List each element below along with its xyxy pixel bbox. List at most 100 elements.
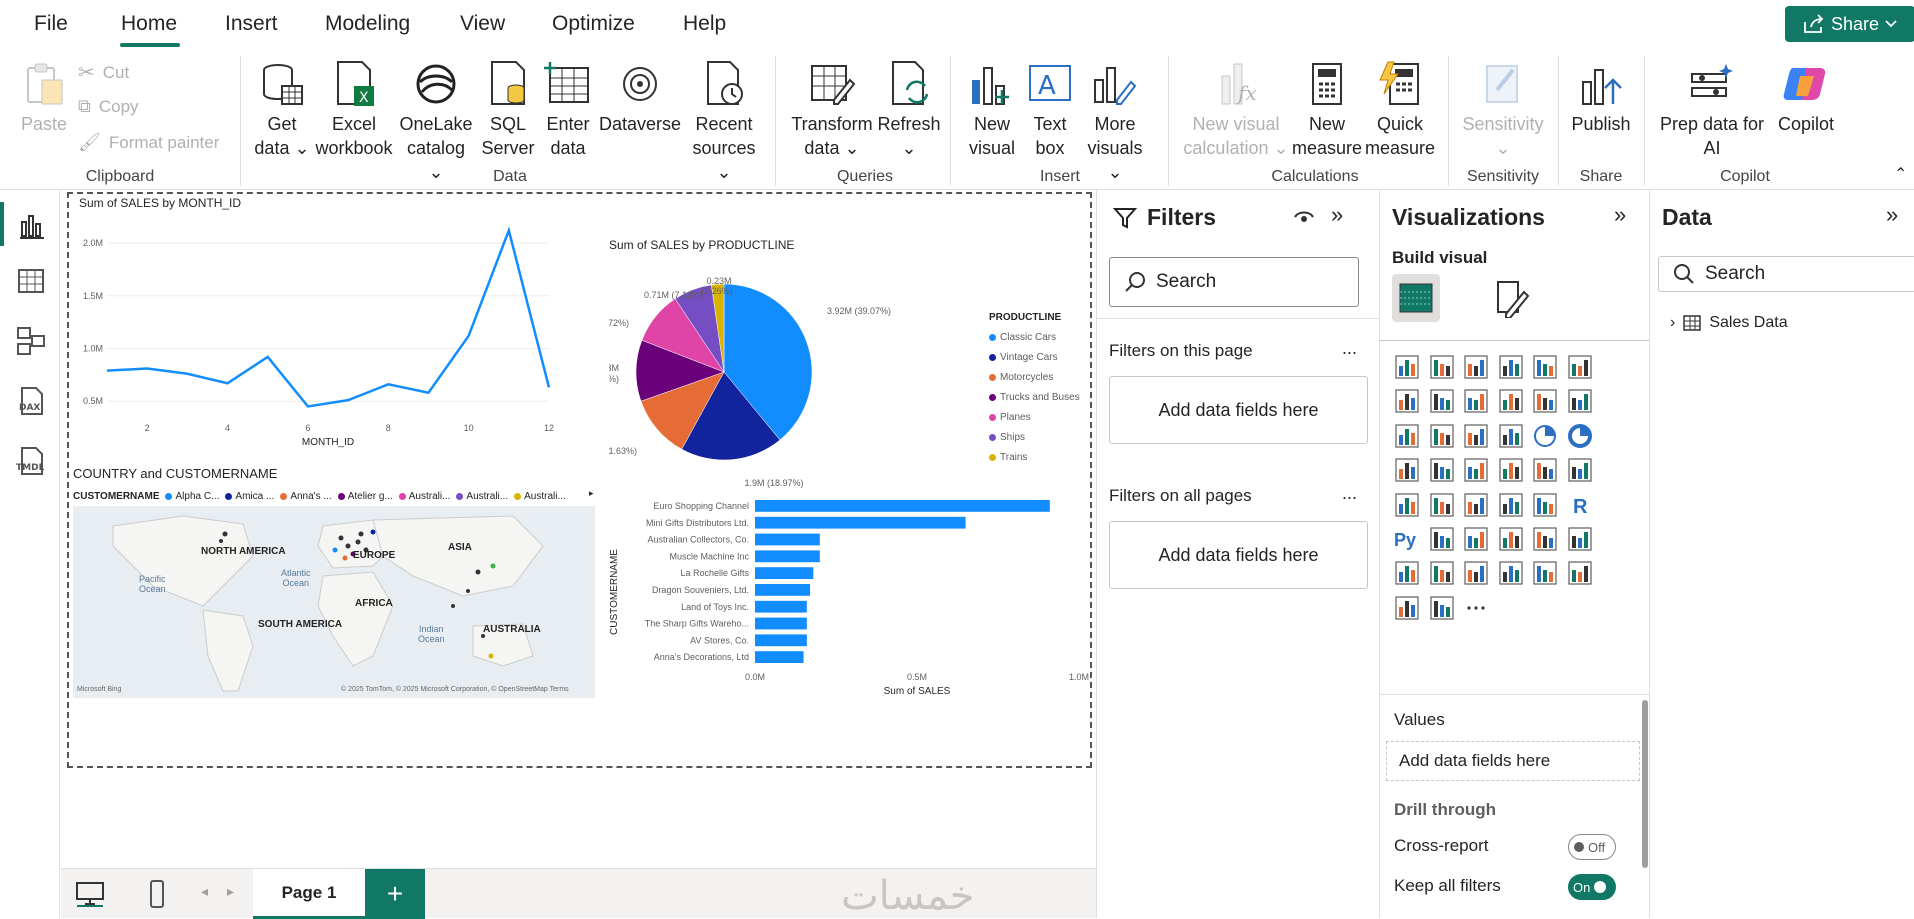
bar-chart[interactable]: Euro Shopping ChannelMini Gifts Distribu… bbox=[605, 492, 1089, 712]
stacked-area-visual-icon[interactable] bbox=[1461, 386, 1491, 416]
paste-button[interactable]: Paste bbox=[14, 60, 74, 136]
prep-data-ai-button[interactable]: Prep data for AI bbox=[1656, 60, 1768, 160]
stacked-column-visual-icon[interactable] bbox=[1427, 352, 1457, 382]
collapse-ribbon-icon[interactable]: ⌃ bbox=[1894, 164, 1907, 184]
filters-search-input[interactable]: Search bbox=[1109, 257, 1359, 307]
custom-e-visual-icon[interactable] bbox=[1427, 593, 1457, 623]
collapse-data-icon[interactable]: » bbox=[1886, 202, 1898, 228]
custom-c-visual-icon[interactable] bbox=[1565, 558, 1595, 588]
new-measure-button[interactable]: New measure bbox=[1292, 60, 1362, 160]
transform-data-button[interactable]: Transform data ⌄ bbox=[790, 60, 874, 160]
collapse-filters-icon[interactable]: » bbox=[1331, 202, 1343, 228]
publish-button[interactable]: Publish bbox=[1566, 60, 1636, 136]
more-visuals-button[interactable]: More visuals ⌄ bbox=[1080, 60, 1150, 184]
100-bar-visual-icon[interactable] bbox=[1530, 352, 1560, 382]
custom-a-visual-icon[interactable] bbox=[1496, 558, 1526, 588]
build-visual-tab[interactable] bbox=[1392, 274, 1440, 322]
kpi-visual-icon[interactable] bbox=[1427, 490, 1457, 520]
sql-server-button[interactable]: SQL Server bbox=[478, 60, 538, 160]
new-visual-calculation-button[interactable]: fx New visual calculation ⌄ bbox=[1180, 60, 1292, 160]
menu-optimize[interactable]: Optimize bbox=[552, 12, 635, 36]
copy-button[interactable]: ⧉Copy bbox=[78, 96, 139, 117]
line-clustered-visual-icon[interactable] bbox=[1565, 386, 1595, 416]
narrative-visual-icon[interactable] bbox=[1530, 524, 1560, 554]
clustered-column-visual-icon[interactable] bbox=[1496, 352, 1526, 382]
more-visual-icon[interactable] bbox=[1461, 593, 1491, 623]
paginated-visual-icon[interactable] bbox=[1392, 558, 1422, 588]
qa-visual-icon[interactable] bbox=[1496, 524, 1526, 554]
menu-view[interactable]: View bbox=[460, 12, 505, 36]
data-search-input[interactable]: Search bbox=[1658, 256, 1914, 292]
new-visual-button[interactable]: New visual bbox=[962, 60, 1022, 160]
prev-page-icon[interactable]: ◂ bbox=[201, 883, 208, 900]
map-legend-item[interactable]: Anna's ... bbox=[280, 491, 331, 502]
multi-row-card-visual-icon[interactable] bbox=[1392, 490, 1422, 520]
quick-measure-button[interactable]: Quick measure bbox=[1362, 60, 1438, 160]
pie-legend-item[interactable]: Ships bbox=[989, 427, 1080, 447]
power-automate-visual-icon[interactable] bbox=[1461, 558, 1491, 588]
format-painter-button[interactable]: 🖌Format painter bbox=[78, 132, 219, 153]
mobile-layout-icon[interactable] bbox=[149, 879, 165, 909]
dataverse-button[interactable]: Dataverse bbox=[598, 60, 682, 136]
scrollbar[interactable] bbox=[1642, 700, 1648, 868]
desktop-layout-icon[interactable] bbox=[75, 881, 105, 907]
100-column-visual-icon[interactable] bbox=[1565, 352, 1595, 382]
azure-map-visual-icon[interactable] bbox=[1496, 455, 1526, 485]
pie-legend-item[interactable]: Trucks and Buses bbox=[989, 387, 1080, 407]
map-legend-item[interactable]: Australi... bbox=[399, 491, 451, 502]
menu-file[interactable]: File bbox=[34, 12, 68, 36]
eye-icon[interactable] bbox=[1293, 208, 1315, 226]
line-chart[interactable]: 0.5M1.0M1.5M2.0M24681012MONTH_ID bbox=[69, 212, 609, 452]
tmdl-view-icon[interactable]: TMDL bbox=[14, 444, 48, 478]
matrix-visual-icon[interactable] bbox=[1530, 490, 1560, 520]
scatter-visual-icon[interactable] bbox=[1496, 421, 1526, 451]
key-influencers-visual-icon[interactable] bbox=[1427, 524, 1457, 554]
next-page-icon[interactable]: ▸ bbox=[227, 883, 234, 900]
cut-button[interactable]: ✂Cut bbox=[78, 60, 129, 85]
report-view-icon[interactable] bbox=[14, 208, 48, 242]
filled-map-visual-icon[interactable] bbox=[1461, 455, 1491, 485]
map-legend-item[interactable]: Australi... bbox=[514, 491, 566, 502]
ribbon-visual-icon[interactable] bbox=[1392, 421, 1422, 451]
collapse-visualizations-icon[interactable]: » bbox=[1614, 202, 1626, 228]
menu-help[interactable]: Help bbox=[683, 12, 726, 36]
waterfall-visual-icon[interactable] bbox=[1427, 421, 1457, 451]
line-column-visual-icon[interactable] bbox=[1530, 386, 1560, 416]
keep-all-filters-toggle[interactable]: On bbox=[1568, 874, 1616, 900]
sensitivity-button[interactable]: Sensitivity ⌄ bbox=[1455, 60, 1551, 160]
more-options-icon[interactable]: ... bbox=[1342, 483, 1357, 504]
map-visual[interactable]: NORTH AMERICA EUROPE ASIA AFRICA SOUTH A… bbox=[73, 506, 595, 698]
values-well[interactable]: Add data fields here bbox=[1386, 741, 1640, 781]
power-apps-visual-icon[interactable] bbox=[1427, 558, 1457, 588]
recent-sources-button[interactable]: Recent sources ⌄ bbox=[686, 60, 762, 184]
clustered-bar-visual-icon[interactable] bbox=[1461, 352, 1491, 382]
slicer-visual-icon[interactable] bbox=[1461, 490, 1491, 520]
text-box-button[interactable]: A Text box bbox=[1022, 60, 1078, 160]
stacked-bar-visual-icon[interactable] bbox=[1392, 352, 1422, 382]
pie-visual-icon[interactable] bbox=[1530, 421, 1560, 451]
custom-b-visual-icon[interactable] bbox=[1530, 558, 1560, 588]
legend-next-icon[interactable]: ▸ bbox=[589, 488, 594, 499]
filters-page-well[interactable]: Add data fields here bbox=[1109, 376, 1368, 444]
pie-legend-item[interactable]: Planes bbox=[989, 407, 1080, 427]
card-visual-icon[interactable] bbox=[1565, 455, 1595, 485]
more-options-icon[interactable]: ... bbox=[1342, 338, 1357, 359]
goals-visual-icon[interactable] bbox=[1565, 524, 1595, 554]
excel-workbook-button[interactable]: X Excel workbook bbox=[314, 60, 394, 160]
map-legend-item[interactable]: Australi... bbox=[456, 491, 508, 502]
menu-home[interactable]: Home bbox=[121, 12, 177, 36]
custom-d-visual-icon[interactable] bbox=[1392, 593, 1422, 623]
copilot-button[interactable]: Copilot bbox=[1768, 60, 1844, 136]
map-legend-item[interactable]: Alpha C... bbox=[165, 491, 219, 502]
dax-query-view-icon[interactable]: DAX bbox=[14, 384, 48, 418]
table-view-icon[interactable] bbox=[14, 264, 48, 298]
python-visual-icon[interactable]: Py bbox=[1392, 524, 1422, 554]
menu-modeling[interactable]: Modeling bbox=[325, 12, 410, 36]
share-button[interactable]: Share bbox=[1785, 6, 1914, 42]
treemap-visual-icon[interactable] bbox=[1392, 455, 1422, 485]
pie-legend-item[interactable]: Classic Cars bbox=[989, 327, 1080, 347]
gauge-visual-icon[interactable] bbox=[1530, 455, 1560, 485]
donut-visual-icon[interactable] bbox=[1565, 421, 1595, 451]
cross-report-toggle[interactable]: Off bbox=[1568, 834, 1616, 860]
table-tree-item[interactable]: › Sales Data bbox=[1670, 314, 1788, 332]
